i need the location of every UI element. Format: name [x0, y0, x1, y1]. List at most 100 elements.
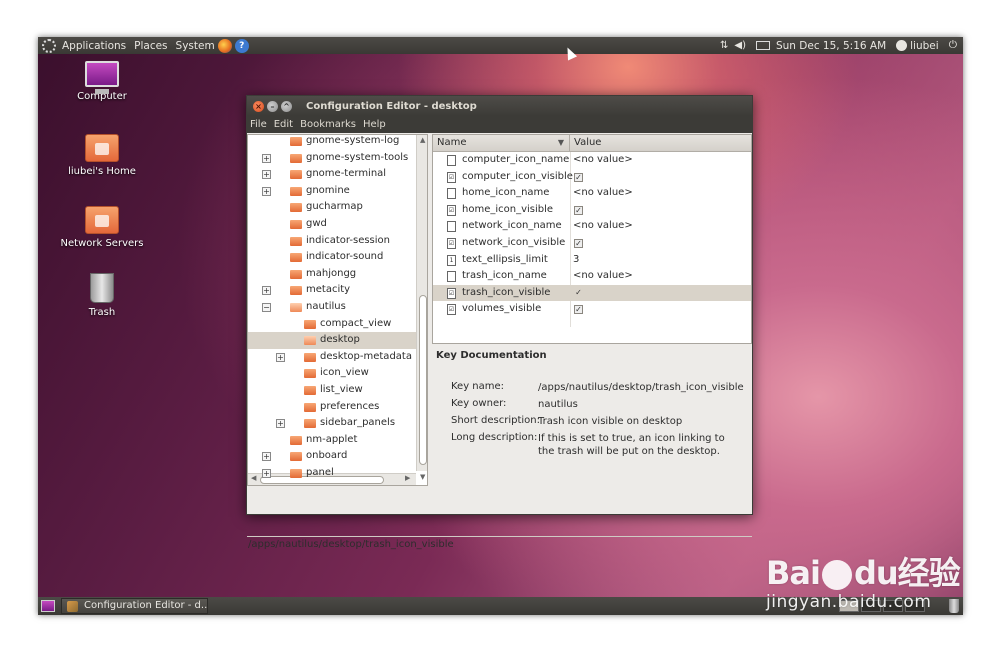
doc-key-owner: nautilus: [538, 399, 578, 410]
key-value[interactable]: 3: [573, 254, 579, 265]
mail-icon[interactable]: [755, 41, 770, 50]
clock[interactable]: Sun Dec 15, 5:16 AM: [776, 40, 886, 52]
tree-item[interactable]: + gnome-terminal: [248, 166, 416, 183]
expand-icon[interactable]: +: [276, 419, 285, 429]
expand-icon[interactable]: +: [276, 352, 285, 362]
key-row[interactable]: 1 text_ellipsis_limit 3: [433, 252, 751, 269]
expand-icon[interactable]: +: [262, 153, 271, 163]
key-value[interactable]: <no value>: [573, 187, 633, 198]
ubuntu-logo-icon[interactable]: [42, 38, 56, 53]
desktop-icon-home[interactable]: liubei's Home: [57, 134, 147, 177]
value-checkbox[interactable]: ✓: [574, 305, 583, 315]
scroll-up-icon[interactable]: ▲: [420, 136, 425, 144]
key-name: trash_icon_visible: [462, 286, 551, 298]
tree-item[interactable]: + panel: [248, 465, 416, 482]
menu-edit[interactable]: Edit: [274, 119, 293, 130]
value-checkbox[interactable]: ✓: [574, 239, 583, 248]
tree-item[interactable]: desktop: [248, 332, 416, 349]
tree-item[interactable]: + metacity: [248, 282, 416, 299]
tree-vertical-scrollbar[interactable]: ▲ ▼: [416, 135, 427, 481]
computer-icon: [85, 61, 119, 94]
scrollbar-thumb[interactable]: [419, 295, 427, 465]
tree-item[interactable]: gucharmap: [248, 199, 416, 216]
key-row[interactable]: network_icon_name <no value>: [433, 218, 751, 235]
power-icon[interactable]: ⏻: [949, 39, 957, 52]
folder-icon: [290, 186, 302, 196]
window-titlebar[interactable]: × – ^ Configuration Editor - desktop: [247, 96, 752, 116]
tree-item[interactable]: + onboard: [248, 448, 416, 465]
tree-item[interactable]: − nautilus: [248, 299, 416, 316]
tree-item[interactable]: + gnomine: [248, 183, 416, 200]
tree-item[interactable]: mahjongg: [248, 266, 416, 283]
key-name: computer_icon_name: [462, 154, 570, 165]
tree-item[interactable]: indicator-sound: [248, 249, 416, 266]
menu-places[interactable]: Places: [134, 40, 167, 52]
network-icon[interactable]: ⇅: [720, 40, 728, 51]
desktop-icon-trash[interactable]: Trash: [57, 273, 147, 318]
key-value[interactable]: <no value>: [573, 154, 633, 165]
folder-icon: [290, 203, 302, 213]
value-checkbox[interactable]: ✓: [574, 288, 583, 298]
user-name[interactable]: liubei: [910, 40, 939, 52]
desktop-screen: Applications Places System ? ⇅ ◀) Sun De…: [38, 37, 963, 615]
menu-file[interactable]: File: [250, 119, 267, 130]
menu-help[interactable]: Help: [363, 119, 386, 130]
tree-item-label: nautilus: [306, 301, 346, 312]
tree-item-label: gwd: [306, 218, 327, 229]
tree-item-label: metacity: [306, 284, 351, 296]
value-checkbox[interactable]: ✓: [574, 205, 583, 215]
expand-icon[interactable]: +: [262, 452, 271, 462]
tree-item-label: panel: [306, 467, 334, 478]
firefox-icon[interactable]: [217, 38, 232, 53]
tree-item[interactable]: gwd: [248, 216, 416, 233]
user-icon[interactable]: [896, 40, 908, 51]
column-header-value[interactable]: Value: [570, 135, 601, 151]
expand-icon[interactable]: +: [262, 286, 271, 296]
tree-item[interactable]: nm-applet: [248, 432, 416, 449]
tree-item[interactable]: compact_view: [248, 316, 416, 333]
menu-applications[interactable]: Applications: [62, 40, 126, 52]
key-row[interactable]: computer_icon_name <no value>: [433, 152, 751, 169]
menu-system[interactable]: System: [176, 40, 215, 52]
bool-key-icon: ☑: [447, 238, 456, 249]
list-header: Name ▼ Value: [433, 135, 751, 152]
taskbar-item-config-editor[interactable]: Configuration Editor - d...: [61, 598, 208, 614]
expand-icon[interactable]: +: [262, 469, 271, 478]
collapse-icon[interactable]: −: [262, 303, 271, 312]
expand-icon[interactable]: +: [262, 186, 271, 196]
minimize-icon[interactable]: –: [267, 100, 278, 112]
key-row[interactable]: ☑ home_icon_visible ✓: [433, 202, 751, 219]
desktop-icon-computer[interactable]: Computer: [57, 61, 147, 102]
tree-item[interactable]: + desktop-metadata: [248, 349, 416, 366]
baidu-logo: Bai du经验: [766, 554, 961, 592]
tree-item[interactable]: indicator-session: [248, 233, 416, 250]
tree-item[interactable]: gnome-system-log: [248, 135, 416, 150]
key-name: network_icon_name: [462, 220, 562, 232]
key-value[interactable]: <no value>: [573, 220, 633, 231]
int-key-icon: 1: [447, 254, 456, 266]
maximize-icon[interactable]: ^: [281, 100, 292, 112]
volume-icon[interactable]: ◀): [734, 40, 746, 51]
show-desktop-icon[interactable]: [41, 600, 55, 612]
tree-item[interactable]: preferences: [248, 399, 416, 416]
menu-bookmarks[interactable]: Bookmarks: [300, 119, 356, 130]
expand-icon[interactable]: +: [262, 170, 271, 180]
tree-item[interactable]: + sidebar_panels: [248, 415, 416, 432]
close-icon[interactable]: ×: [253, 100, 264, 112]
key-row[interactable]: ☑ computer_icon_visible ✓: [433, 169, 751, 186]
tree-item[interactable]: list_view: [248, 382, 416, 399]
key-value[interactable]: <no value>: [573, 270, 633, 281]
key-row[interactable]: ☑ volumes_visible ✓: [433, 301, 751, 318]
tree-item[interactable]: + gnome-system-tools: [248, 150, 416, 167]
key-row[interactable]: ☑ network_icon_visible ✓: [433, 235, 751, 252]
value-checkbox[interactable]: ✓: [574, 172, 583, 182]
scroll-down-icon[interactable]: ▼: [420, 473, 425, 481]
folder-icon: [290, 303, 302, 312]
key-row[interactable]: trash_icon_name <no value>: [433, 268, 751, 285]
desktop-icon-network[interactable]: Network Servers: [57, 206, 147, 249]
tree-item[interactable]: icon_view: [248, 365, 416, 382]
key-row[interactable]: ☑ trash_icon_visible ✓: [433, 284, 751, 302]
help-icon[interactable]: ?: [234, 38, 249, 53]
key-row[interactable]: home_icon_name <no value>: [433, 185, 751, 202]
column-header-name[interactable]: Name ▼: [433, 135, 570, 151]
